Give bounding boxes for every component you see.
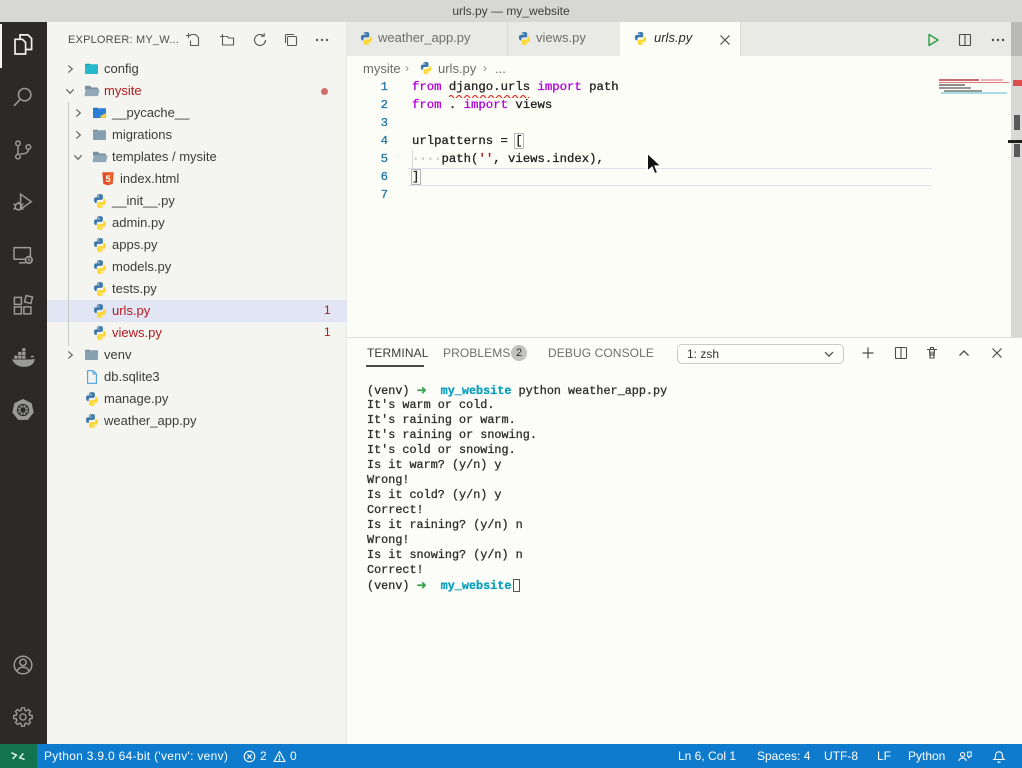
svg-text:5: 5 <box>105 174 110 184</box>
